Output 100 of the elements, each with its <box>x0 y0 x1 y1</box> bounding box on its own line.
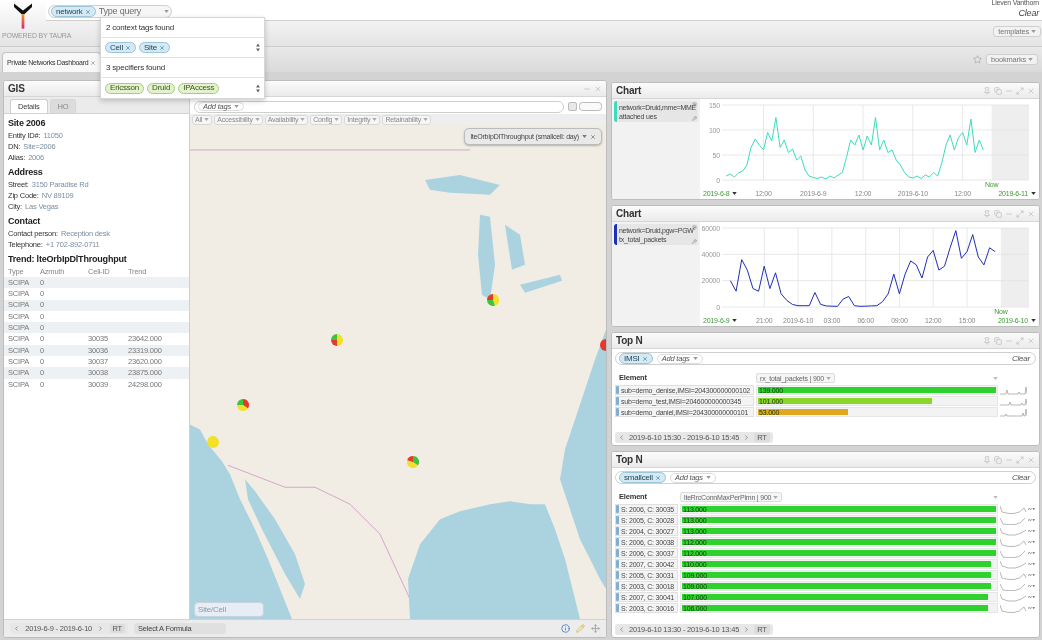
next-icon[interactable] <box>743 626 751 633</box>
move-icon[interactable] <box>591 624 600 633</box>
trend-menu-icon[interactable] <box>1028 595 1035 599</box>
remove-icon[interactable] <box>641 355 648 362</box>
tag-chip[interactable]: network <box>51 6 96 17</box>
pie-marker-icon[interactable] <box>487 294 499 306</box>
tag-chip[interactable]: IPAccess <box>178 82 220 94</box>
lake-area <box>520 274 562 293</box>
trend-menu-icon[interactable] <box>1028 540 1035 544</box>
caret-icon <box>582 135 587 138</box>
sparkline <box>1000 385 1027 395</box>
trend-menu-icon[interactable] <box>1028 551 1035 555</box>
tag-chip[interactable]: Cell <box>105 42 136 53</box>
sparkline <box>1000 592 1027 602</box>
maximize-icon[interactable] <box>1016 455 1024 464</box>
close-icon[interactable] <box>1027 86 1035 95</box>
tag-chip[interactable]: Druid <box>147 82 176 94</box>
caret-icon <box>826 376 831 380</box>
clear-button[interactable]: Clear <box>1011 354 1032 363</box>
maximize-icon[interactable] <box>1016 86 1024 95</box>
previous-icon[interactable] <box>618 434 625 441</box>
copy-icon[interactable] <box>994 86 1002 95</box>
sparkline <box>1000 396 1027 406</box>
element-marker-icon <box>616 593 619 601</box>
tag-chip[interactable]: IMSI <box>619 353 653 364</box>
element-marker-icon <box>616 397 619 405</box>
caret-icon <box>705 476 711 479</box>
query-field[interactable]: network Type query <box>48 5 172 18</box>
caret-icon <box>334 118 340 121</box>
element-marker-icon <box>616 505 619 513</box>
trend-menu-icon[interactable] <box>1028 584 1035 588</box>
sparkline <box>1000 581 1027 591</box>
panel-title: Chart <box>616 208 642 219</box>
query-input[interactable]: Type query <box>98 4 161 19</box>
settings-icon[interactable] <box>692 225 697 230</box>
close-icon[interactable] <box>1027 455 1035 464</box>
tag-chip[interactable]: smallcell <box>619 472 666 483</box>
pie-marker-icon[interactable] <box>207 436 219 448</box>
pin-icon[interactable] <box>983 455 991 464</box>
trend-menu-icon[interactable] <box>1028 573 1035 577</box>
tag-chip[interactable]: Ericsson <box>105 82 145 94</box>
next-icon[interactable] <box>97 625 105 632</box>
close-icon[interactable] <box>594 84 602 93</box>
caret-icon <box>1031 30 1036 33</box>
sparkline <box>1000 526 1027 536</box>
scroll-arrows-icon[interactable] <box>256 43 260 52</box>
pie-marker-icon[interactable] <box>407 456 419 468</box>
suggestion-heading: 3 specifiers found <box>106 63 166 72</box>
pencil-icon[interactable] <box>576 624 585 633</box>
clear-button[interactable]: Clear <box>1018 9 1039 18</box>
caret-icon <box>993 376 998 380</box>
remove-icon[interactable] <box>590 133 596 140</box>
scroll-arrows-icon[interactable] <box>256 83 260 93</box>
remove-icon[interactable] <box>90 59 97 66</box>
site-search-field[interactable]: Site/Cell <box>194 602 264 617</box>
tag-chip[interactable]: Site <box>139 42 170 53</box>
section-heading: Address <box>8 166 44 179</box>
trend-menu-icon[interactable] <box>1028 507 1035 511</box>
remove-icon[interactable] <box>654 474 661 481</box>
copy-icon[interactable] <box>994 455 1002 464</box>
caret-icon <box>372 118 378 121</box>
half-marker-icon[interactable] <box>600 339 606 351</box>
element-marker-icon <box>616 527 619 535</box>
pin-icon[interactable] <box>983 336 991 345</box>
close-icon[interactable] <box>1027 209 1035 218</box>
previous-icon[interactable] <box>13 625 20 632</box>
trend-menu-icon[interactable] <box>1028 529 1035 533</box>
info-icon[interactable] <box>561 624 570 633</box>
copy-icon[interactable] <box>994 336 1002 345</box>
pin-icon[interactable] <box>983 209 991 218</box>
wrench-icon[interactable] <box>692 239 697 244</box>
trend-menu-icon[interactable] <box>1028 606 1035 610</box>
caret-icon <box>692 357 698 360</box>
maximize-icon[interactable] <box>1016 336 1024 345</box>
settings-icon[interactable] <box>692 102 697 107</box>
wrench-icon[interactable] <box>692 116 697 121</box>
caret-icon <box>732 192 738 195</box>
lake-area <box>505 224 525 270</box>
previous-icon[interactable] <box>618 626 625 633</box>
pin-icon[interactable] <box>983 86 991 95</box>
close-icon[interactable] <box>1027 336 1035 345</box>
remove-icon[interactable] <box>159 44 165 51</box>
caret-icon <box>204 118 210 121</box>
star-icon[interactable] <box>973 55 983 64</box>
pie-marker-icon[interactable] <box>237 399 249 411</box>
trend-menu-icon[interactable] <box>1028 518 1035 522</box>
copy-icon[interactable] <box>994 209 1002 218</box>
pie-marker-icon[interactable] <box>331 334 343 346</box>
sparkline <box>1000 570 1027 580</box>
clear-button[interactable]: Clear <box>1011 473 1032 482</box>
remove-icon[interactable] <box>125 44 131 51</box>
next-icon[interactable] <box>743 434 751 441</box>
caret-icon <box>1031 192 1036 195</box>
trend-menu-icon[interactable] <box>1028 562 1035 566</box>
caret-icon <box>254 118 260 121</box>
sparkline <box>1000 603 1027 613</box>
maximize-icon[interactable] <box>1016 209 1024 218</box>
logo-icon[interactable] <box>14 3 32 29</box>
remove-icon[interactable] <box>84 8 91 15</box>
toggle-icon[interactable] <box>568 102 602 111</box>
